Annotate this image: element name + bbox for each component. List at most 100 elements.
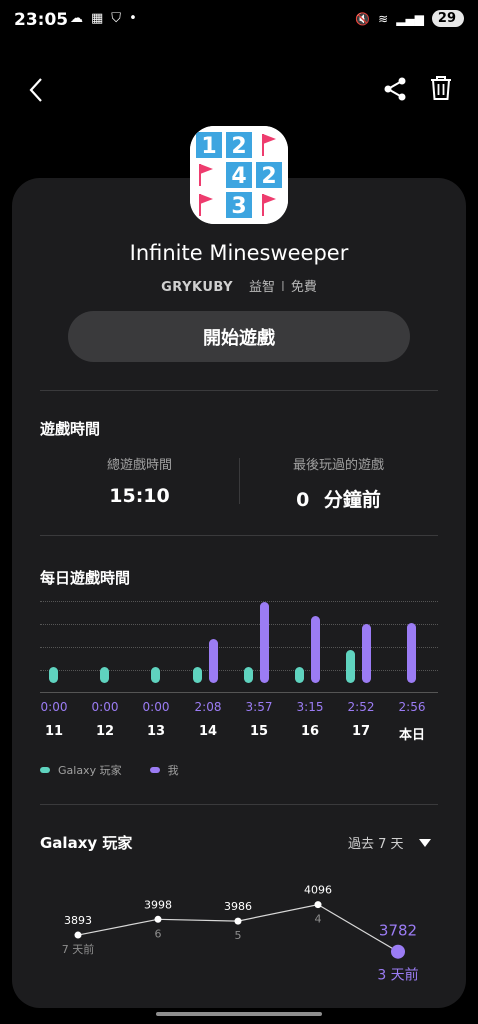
svg-text:2: 2 xyxy=(261,164,276,189)
bar-galaxy xyxy=(151,667,160,683)
status-system-icons: 🔇 ≋ ▂▄▆ 29 xyxy=(355,10,464,27)
app-meta: GRYKUBY 益智 I 免費 xyxy=(0,276,478,295)
chevron-left-icon xyxy=(29,78,42,102)
bar-time-label: 2:52 xyxy=(347,700,375,714)
chart-gridline xyxy=(40,601,438,602)
line-value-label: 3986 xyxy=(224,900,252,913)
bar-galaxy xyxy=(193,667,202,683)
line-category-label: 6 xyxy=(155,927,162,940)
line-point xyxy=(314,901,322,909)
line-point xyxy=(391,944,405,959)
last-played-value: 0 xyxy=(296,489,310,511)
total-playtime-stat: 總遊戲時間 15:10 xyxy=(40,454,239,507)
last-played-value-wrap: 0 分鐘前 xyxy=(239,485,438,512)
bar-me xyxy=(362,624,371,683)
svg-text:3: 3 xyxy=(231,194,246,219)
line-category-label: 5 xyxy=(235,929,242,942)
line-value-label: 4096 xyxy=(304,884,332,897)
signal-icon: ▂▄▆ xyxy=(396,11,424,26)
app-icon: 1 2 4 2 3 xyxy=(190,126,288,224)
app-title: Infinite Minesweeper xyxy=(129,241,349,265)
bar-day-label: 11 xyxy=(44,724,64,739)
play-game-button[interactable]: 開始遊戲 xyxy=(68,311,410,362)
bag-icon: ⛉ xyxy=(111,11,122,26)
mute-icon: 🔇 xyxy=(355,11,371,26)
bar-day-label: 本日 xyxy=(398,728,425,743)
legend-galaxy-label: Galaxy 玩家 xyxy=(58,764,122,777)
bar-time-label: 0:00 xyxy=(91,700,119,714)
bar-day-label: 15 xyxy=(249,724,269,739)
bar-me xyxy=(260,602,269,683)
bar-day-label: 16 xyxy=(300,724,320,739)
developer-name: GRYKUBY xyxy=(161,280,234,295)
chart-gridline xyxy=(40,624,438,625)
section-divider xyxy=(40,535,438,536)
line-point xyxy=(154,915,162,923)
bar-time-label: 2:56 xyxy=(398,700,426,714)
line-category-label: 4 xyxy=(315,913,322,926)
cloud-icon: ☁ xyxy=(70,11,83,26)
bar-time-label: 0:00 xyxy=(142,700,170,714)
share-button[interactable] xyxy=(382,76,408,102)
bar-galaxy xyxy=(49,667,58,683)
last-played-label: 最後玩過的遊戲 xyxy=(292,458,384,473)
line-category-label: 3 天前 xyxy=(377,967,418,984)
total-playtime-label: 總遊戲時間 xyxy=(106,458,172,473)
price-label: 免費 xyxy=(290,280,317,295)
line-category-label: 7 天前 xyxy=(62,942,95,956)
bar-day-label: 14 xyxy=(198,724,218,739)
bar-galaxy xyxy=(346,650,355,683)
status-notification-icons: ☁ ▦ ⛉ • xyxy=(70,11,137,26)
galaxy-line-chart: 3893 7 天前 3998 6 3986 5 4096 4 3782 3 天前 xyxy=(62,884,419,984)
svg-text:4: 4 xyxy=(231,164,246,189)
battery-indicator: 29 xyxy=(431,10,464,27)
chart-legend: Galaxy 玩家 我 xyxy=(40,762,179,778)
back-button[interactable] xyxy=(24,76,52,104)
bar-time-label: 3:57 xyxy=(245,700,273,714)
section-divider xyxy=(40,804,438,805)
bar-galaxy xyxy=(100,667,109,683)
status-time: 23:05 xyxy=(14,10,69,30)
svg-text:1: 1 xyxy=(201,134,216,159)
playtime-section-title: 遊戲時間 xyxy=(40,420,101,438)
svg-text:2: 2 xyxy=(231,134,246,159)
calendar-icon: ▦ xyxy=(91,11,104,26)
bar-time-label: 3:15 xyxy=(296,700,324,714)
trash-icon xyxy=(431,76,451,100)
bar-time-label: 2:08 xyxy=(194,700,222,714)
legend-me-swatch xyxy=(149,767,160,773)
line-value-label: 3893 xyxy=(64,914,92,927)
category-label: 益智 xyxy=(249,280,276,295)
bar-me xyxy=(311,616,320,683)
line-value-label: 3782 xyxy=(379,922,417,940)
chart-gridline xyxy=(40,647,438,648)
minesweeper-logo-icon: 1 2 4 2 3 xyxy=(190,126,288,224)
period-filter-dropdown[interactable]: 過去 7 天 xyxy=(348,833,432,852)
period-filter-label: 過去 7 天 xyxy=(348,837,404,852)
last-played-unit: 分鐘前 xyxy=(323,489,381,511)
home-indicator xyxy=(156,1012,322,1016)
bar-day-label: 13 xyxy=(146,724,166,739)
bar-time-label: 0:00 xyxy=(40,700,68,714)
share-icon xyxy=(384,77,406,101)
line-point xyxy=(234,917,242,925)
dot-icon: • xyxy=(129,11,137,26)
legend-galaxy-swatch xyxy=(40,767,50,773)
bar-day-label: 17 xyxy=(351,724,371,739)
meta-separator: I xyxy=(281,280,285,295)
line-point xyxy=(74,931,82,939)
last-played-stat: 最後玩過的遊戲 0 分鐘前 xyxy=(239,454,438,512)
bar-me xyxy=(407,623,416,683)
bar-galaxy xyxy=(244,667,253,683)
line-value-label: 3998 xyxy=(144,898,172,911)
delete-button[interactable] xyxy=(428,74,454,102)
chart-baseline xyxy=(40,692,438,693)
bar-galaxy xyxy=(295,667,304,683)
bar-me xyxy=(209,639,218,683)
bar-day-label: 12 xyxy=(95,724,115,739)
daily-section-title: 每日遊戲時間 xyxy=(40,569,131,587)
legend-me-label: 我 xyxy=(167,764,179,777)
section-divider xyxy=(40,390,438,391)
galaxy-section-title: Galaxy 玩家 xyxy=(40,834,133,852)
total-playtime-value: 15:10 xyxy=(109,485,170,507)
